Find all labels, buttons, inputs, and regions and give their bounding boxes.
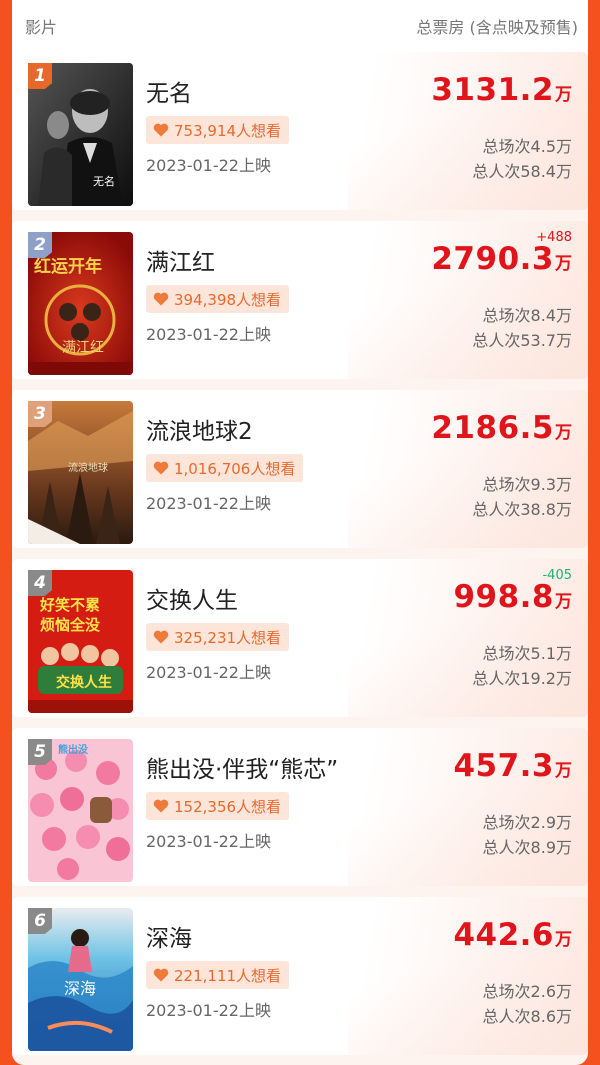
heart-icon (153, 292, 169, 306)
want-to-see-badge: 152,356人想看 (146, 792, 290, 820)
total-shows: 总场次9.3万 (482, 475, 572, 494)
box-office-total: 457.3万 (453, 748, 572, 784)
release-date: 2023-01-22上映 (146, 325, 271, 344)
box-office-value: 998.8 (453, 579, 554, 615)
want-count: 221,111人想看 (174, 966, 282, 985)
box-office-unit: 万 (555, 761, 572, 781)
release-date: 2023-01-22上映 (146, 832, 271, 851)
total-admissions: 总人次8.6万 (482, 1007, 572, 1026)
want-count: 325,231人想看 (174, 628, 282, 647)
box-office-total: 442.6万 (453, 917, 572, 953)
rank-badge: 4 (28, 570, 52, 596)
total-shows: 总场次2.6万 (482, 982, 572, 1001)
svg-text:深海: 深海 (64, 979, 96, 998)
total-admissions: 总人次38.8万 (472, 500, 572, 519)
column-header-movie: 影片 (25, 18, 58, 37)
box-office-value: 2790.3 (431, 241, 554, 277)
heart-icon (153, 630, 169, 644)
rank-badge: 6 (28, 908, 52, 934)
want-count: 152,356人想看 (174, 797, 282, 816)
want-to-see-badge: 325,231人想看 (146, 623, 290, 651)
want-count: 394,398人想看 (174, 290, 282, 309)
box-office-total: 3131.2万 (431, 72, 572, 108)
total-admissions: 总人次19.2万 (472, 669, 572, 688)
box-office-value: 3131.2 (431, 72, 554, 108)
rank-badge: 1 (28, 63, 52, 89)
total-shows: 总场次5.1万 (482, 644, 572, 663)
release-date: 2023-01-22上映 (146, 663, 271, 682)
box-office-unit: 万 (555, 254, 572, 274)
box-office-panel: 影片 总票房 (含点映及预售) 无名 1 无名 753,914人想看 2023-… (12, 0, 588, 1065)
movie-title[interactable]: 交换人生 (146, 581, 238, 615)
box-office-total: 2186.5万 (431, 410, 572, 446)
movie-row[interactable]: 深海 6 深海 221,111人想看 2023-01-22上映 442.6万 总… (12, 897, 588, 1055)
svg-text:烦恼全没: 烦恼全没 (40, 616, 101, 634)
box-office-value: 457.3 (453, 748, 554, 784)
movie-title[interactable]: 满江红 (146, 243, 215, 277)
svg-text:红运开年: 红运开年 (34, 256, 102, 277)
movie-row[interactable]: 好笑不累 烦恼全没 交换人生 4 交换人生 325,231人想看 2023-01… (12, 559, 588, 717)
heart-icon (153, 968, 169, 982)
total-shows: 总场次2.9万 (482, 813, 572, 832)
total-admissions: 总人次8.9万 (482, 838, 572, 857)
want-to-see-badge: 753,914人想看 (146, 116, 290, 144)
total-admissions: 总人次58.4万 (472, 162, 572, 181)
movie-row[interactable]: 无名 1 无名 753,914人想看 2023-01-22上映 3131.2万 … (12, 52, 588, 210)
total-admissions: 总人次53.7万 (472, 331, 572, 350)
box-office-total: 998.8万 (453, 579, 572, 615)
movie-row[interactable]: 红运开年 满江红 2 满江红 394,398人想看 2023-01-22上映 +… (12, 221, 588, 379)
box-office-value: 442.6 (453, 917, 554, 953)
svg-text:好笑不累: 好笑不累 (39, 596, 100, 614)
box-office-unit: 万 (555, 930, 572, 950)
movie-title[interactable]: 流浪地球2 (146, 412, 253, 446)
heart-icon (153, 123, 169, 137)
box-office-total: 2790.3万 (431, 241, 572, 277)
movie-title[interactable]: 无名 (146, 74, 192, 108)
total-shows: 总场次4.5万 (482, 137, 572, 156)
total-shows: 总场次8.4万 (482, 306, 572, 325)
movie-row[interactable]: 流浪地球 3 流浪地球2 1,016,706人想看 2023-01-22上映 2… (12, 390, 588, 548)
rank-badge: 5 (28, 739, 52, 765)
want-count: 1,016,706人想看 (174, 459, 296, 478)
box-office-unit: 万 (555, 423, 572, 443)
want-to-see-badge: 1,016,706人想看 (146, 454, 304, 482)
svg-text:满江红: 满江红 (62, 340, 104, 356)
heart-icon (153, 799, 169, 813)
svg-text:无名: 无名 (93, 174, 115, 188)
box-office-unit: 万 (555, 85, 572, 105)
rank-badge: 2 (28, 232, 52, 258)
svg-text:流浪地球: 流浪地球 (68, 461, 108, 474)
release-date: 2023-01-22上映 (146, 156, 271, 175)
svg-text:熊出没: 熊出没 (58, 743, 89, 756)
want-to-see-badge: 394,398人想看 (146, 285, 290, 313)
heart-icon (153, 461, 169, 475)
movie-title[interactable]: 熊出没·伴我“熊芯” (146, 750, 338, 784)
box-office-unit: 万 (555, 592, 572, 612)
want-count: 753,914人想看 (174, 121, 282, 140)
movie-row[interactable]: 熊出没 5 熊出没·伴我“熊芯” 152,356人想看 2023-01-22上映… (12, 728, 588, 886)
release-date: 2023-01-22上映 (146, 494, 271, 513)
box-office-value: 2186.5 (431, 410, 554, 446)
release-date: 2023-01-22上映 (146, 1001, 271, 1020)
column-header-box-office: 总票房 (含点映及预售) (416, 18, 578, 37)
movie-ranking-list: 无名 1 无名 753,914人想看 2023-01-22上映 3131.2万 … (12, 52, 588, 1065)
movie-title[interactable]: 深海 (146, 919, 192, 953)
rank-badge: 3 (28, 401, 52, 427)
svg-text:交换人生: 交换人生 (56, 674, 112, 691)
want-to-see-badge: 221,111人想看 (146, 961, 290, 989)
